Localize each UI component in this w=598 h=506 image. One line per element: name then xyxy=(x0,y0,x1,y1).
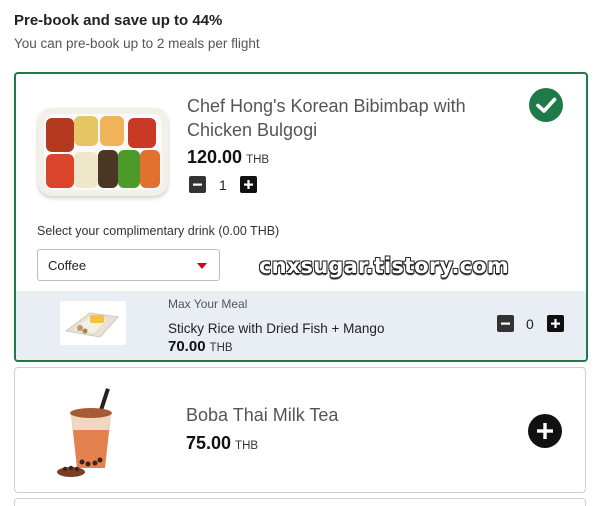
addon-price-currency: THB xyxy=(209,342,233,354)
page-subtitle: You can pre-book up to 2 meals per fligh… xyxy=(14,36,260,51)
meal-title: Chef Hong's Korean Bibimbap with Chicken… xyxy=(187,96,466,140)
next-meal-card[interactable] xyxy=(14,498,586,506)
addon-row: Max Your Meal Sticky Rice with Dried Fis… xyxy=(16,291,586,360)
meal-decrease-button[interactable] xyxy=(189,176,206,193)
addon-quantity: 0 xyxy=(526,316,534,332)
page-title: Pre-book and save up to 44% xyxy=(14,12,223,29)
plus-icon xyxy=(551,319,560,328)
drink-selected-value: Coffee xyxy=(48,258,87,273)
selected-check-icon[interactable] xyxy=(529,88,563,122)
meal-price-currency: THB xyxy=(246,154,270,166)
meal-card-bibimbap[interactable]: Chef Hong's Korean Bibimbap with Chicken… xyxy=(14,72,588,362)
meal-increase-button[interactable] xyxy=(240,176,257,193)
meal-price: 120.00 THB xyxy=(187,147,269,168)
boba-tea-photo xyxy=(55,386,127,478)
addon-price: 70.00 THB xyxy=(168,338,233,355)
addon-tag: Max Your Meal xyxy=(168,297,248,311)
caret-down-icon xyxy=(197,263,207,269)
bibimbap-meal-photo xyxy=(38,108,168,196)
addon-name: Sticky Rice with Dried Fish + Mango xyxy=(168,321,385,336)
addon-price-value: 70.00 xyxy=(168,338,206,355)
boba-title: Boba Thai Milk Tea xyxy=(186,405,339,425)
plus-icon xyxy=(244,180,253,189)
boba-price-currency: THB xyxy=(235,440,259,452)
drink-select-label: Select your complimentary drink (0.00 TH… xyxy=(37,224,280,238)
meal-price-value: 120.00 xyxy=(187,147,243,167)
boba-price: 75.00 THB xyxy=(186,433,258,454)
add-boba-button[interactable] xyxy=(528,414,562,448)
meal-card-boba[interactable]: Boba Thai Milk Tea 75.00 THB xyxy=(14,367,586,493)
addon-increase-button[interactable] xyxy=(547,315,564,332)
addon-decrease-button[interactable] xyxy=(497,315,514,332)
meal-quantity: 1 xyxy=(219,177,227,193)
page-header: Pre-book and save up to 44% You can pre-… xyxy=(14,12,260,52)
minus-icon xyxy=(193,183,202,186)
boba-price-value: 75.00 xyxy=(186,433,232,453)
plus-icon xyxy=(537,423,553,439)
sticky-rice-photo xyxy=(60,301,126,345)
drink-dropdown[interactable]: Coffee xyxy=(37,249,220,281)
watermark-text: cnxsugar.tistory.com xyxy=(259,254,509,278)
minus-icon xyxy=(501,322,510,325)
